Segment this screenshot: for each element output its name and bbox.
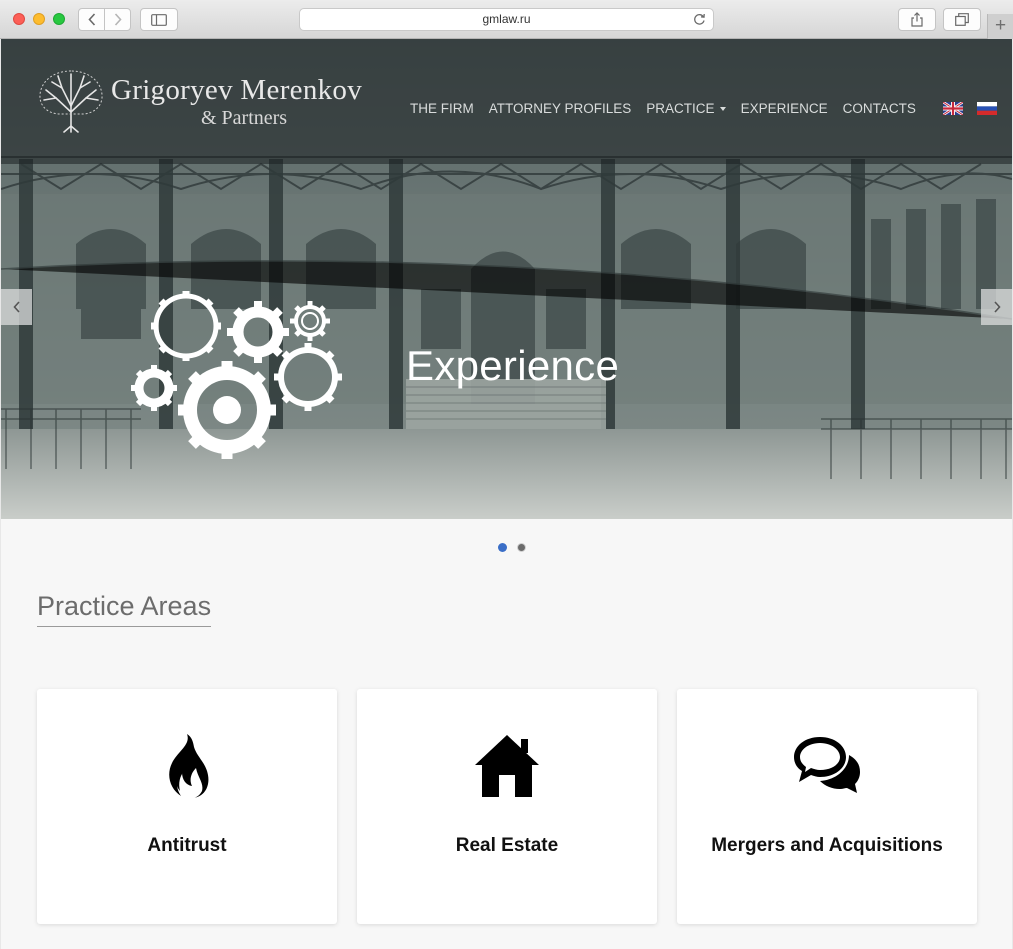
- nav-item-practice[interactable]: PRACTICE: [646, 101, 726, 116]
- uk-flag-icon[interactable]: [942, 102, 963, 115]
- sidebar-icon: [151, 13, 167, 26]
- nav-item-contacts[interactable]: CONTACTS: [843, 101, 916, 116]
- practice-card-antitrust[interactable]: Antitrust: [37, 689, 337, 924]
- nav-item-practice-label: PRACTICE: [646, 101, 715, 116]
- fire-icon: [169, 734, 209, 798]
- card-label: Antitrust: [147, 835, 227, 856]
- share-button[interactable]: [898, 8, 936, 31]
- practice-areas-heading: Practice Areas: [37, 591, 212, 627]
- card-label: Real Estate: [455, 835, 559, 856]
- nav-item-the-firm[interactable]: THE FIRM: [410, 101, 474, 116]
- gears-icon: [131, 291, 342, 459]
- slide-title: Experience: [406, 342, 620, 389]
- new-tab-button[interactable]: +: [987, 14, 1013, 39]
- home-icon: [475, 735, 539, 797]
- tab-overview-button[interactable]: [943, 8, 981, 31]
- web-page: Grigoryev Merenkov & Partners THE FIRM A…: [1, 39, 1012, 949]
- address-bar[interactable]: gmlaw.ru: [299, 8, 714, 31]
- slider-prev-button[interactable]: [1, 289, 32, 325]
- practice-card-mergers-acquisitions[interactable]: Mergers and Acquisitions: [677, 689, 977, 924]
- address-text: gmlaw.ru: [482, 12, 531, 26]
- slider-dot-1[interactable]: [498, 543, 507, 552]
- chevron-right-icon: [114, 13, 122, 26]
- window-zoom-button[interactable]: [53, 13, 65, 25]
- tree-logo-icon[interactable]: [36, 68, 106, 134]
- russia-flag-icon[interactable]: [976, 102, 997, 115]
- tabs-icon: [955, 13, 969, 26]
- card-label: Mergers and Acquisitions: [711, 835, 943, 856]
- browser-toolbar: gmlaw.ru +: [0, 0, 1013, 39]
- forward-button[interactable]: [104, 8, 131, 31]
- window-close-button[interactable]: [13, 13, 25, 25]
- chevron-left-icon: [12, 301, 20, 313]
- reload-icon[interactable]: [693, 13, 706, 26]
- practice-card-real-estate[interactable]: Real Estate: [357, 689, 657, 924]
- brand-subtitle: & Partners: [201, 107, 288, 129]
- hero-slider: Grigoryev Merenkov & Partners THE FIRM A…: [1, 39, 1012, 519]
- main-navigation: THE FIRM ATTORNEY PROFILES PRACTICE EXPE…: [410, 101, 997, 116]
- brand-name[interactable]: Grigoryev Merenkov: [111, 74, 362, 107]
- site-header: Grigoryev Merenkov & Partners THE FIRM A…: [1, 39, 1012, 164]
- caret-down-icon: [719, 106, 726, 111]
- nav-item-attorney-profiles[interactable]: ATTORNEY PROFILES: [489, 101, 632, 116]
- back-button[interactable]: [78, 8, 105, 31]
- chevron-right-icon: [993, 301, 1001, 313]
- chevron-left-icon: [87, 13, 95, 26]
- comments-icon: [794, 737, 860, 793]
- slider-pagination: [498, 543, 536, 552]
- slider-next-button[interactable]: [981, 289, 1012, 325]
- slider-dot-2[interactable]: [517, 543, 526, 552]
- nav-item-experience[interactable]: EXPERIENCE: [741, 101, 828, 116]
- sidebar-toggle-button[interactable]: [140, 8, 178, 31]
- window-minimize-button[interactable]: [33, 13, 45, 25]
- share-icon: [911, 12, 923, 27]
